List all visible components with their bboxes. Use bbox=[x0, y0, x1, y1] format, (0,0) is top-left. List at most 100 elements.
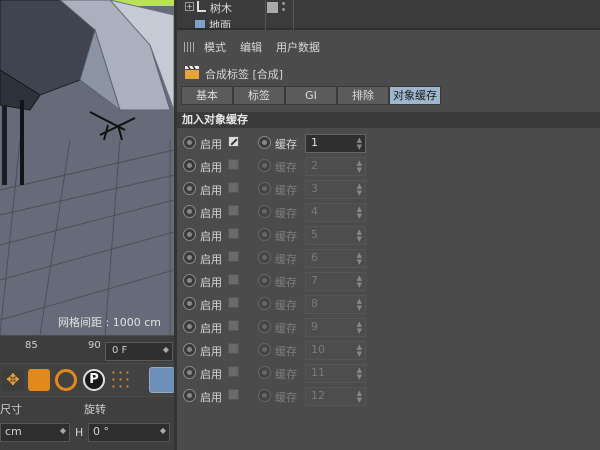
buffer-row: 启用 缓存 3 ▲ ▼ bbox=[177, 178, 600, 200]
buffer-row: 启用 缓存 4 ▲ ▼ bbox=[177, 201, 600, 223]
enable-checkbox[interactable] bbox=[228, 274, 239, 285]
spinner-icon[interactable]: ▲ ▼ bbox=[357, 160, 362, 174]
enable-keyframe-icon[interactable] bbox=[183, 320, 196, 333]
buffer-keyframe-icon[interactable] bbox=[258, 182, 271, 195]
enable-keyframe-icon[interactable] bbox=[183, 159, 196, 172]
tab-object-buffer[interactable]: 对象缓存 bbox=[389, 86, 441, 105]
buffer-number-field[interactable]: 7 ▲ ▼ bbox=[305, 272, 366, 291]
spinner-icon[interactable]: ◆ bbox=[60, 426, 66, 435]
visibility-dot-icon[interactable] bbox=[282, 2, 285, 5]
buffer-number-field[interactable]: 10 ▲ ▼ bbox=[305, 341, 366, 360]
enable-keyframe-icon[interactable] bbox=[183, 228, 196, 241]
tab-basic[interactable]: 基本 bbox=[181, 86, 233, 105]
buffer-number-field[interactable]: 9 ▲ ▼ bbox=[305, 318, 366, 337]
buffer-keyframe-icon[interactable] bbox=[258, 366, 271, 379]
spinner-icon[interactable]: ▲ ▼ bbox=[357, 252, 362, 266]
current-frame-field[interactable]: 0 F ◆ bbox=[105, 342, 173, 361]
viewport[interactable]: 网格间距 : 1000 cm bbox=[0, 0, 174, 335]
plane-icon bbox=[195, 20, 205, 28]
tab-tag[interactable]: 标签 bbox=[233, 86, 285, 105]
buffer-number-value: 4 bbox=[311, 205, 318, 218]
tab-exclusion[interactable]: 排除 bbox=[337, 86, 389, 105]
film-icon[interactable] bbox=[149, 367, 175, 393]
spinner-icon[interactable]: ◆ bbox=[163, 345, 169, 354]
spinner-icon[interactable]: ▲ ▼ bbox=[357, 390, 362, 404]
enable-checkbox[interactable] bbox=[228, 251, 239, 262]
enable-keyframe-icon[interactable] bbox=[183, 389, 196, 402]
buffer-number-field[interactable]: 8 ▲ ▼ bbox=[305, 295, 366, 314]
menu-user-data[interactable]: 用户数据 bbox=[276, 39, 320, 55]
buffer-keyframe-icon[interactable] bbox=[258, 159, 271, 172]
buffer-number-field[interactable]: 2 ▲ ▼ bbox=[305, 157, 366, 176]
point-mode-icon[interactable]: P bbox=[83, 369, 105, 391]
buffer-keyframe-icon[interactable] bbox=[258, 136, 271, 149]
heading-field[interactable]: 0 ° ◆ bbox=[88, 423, 170, 442]
enable-keyframe-icon[interactable] bbox=[183, 136, 196, 149]
enable-checkbox[interactable] bbox=[228, 343, 239, 354]
enable-keyframe-icon[interactable] bbox=[183, 182, 196, 195]
buffer-keyframe-icon[interactable] bbox=[258, 228, 271, 241]
buffer-number-value: 1 bbox=[311, 136, 318, 149]
menu-mode[interactable]: 模式 bbox=[204, 39, 226, 55]
enable-checkbox[interactable] bbox=[228, 136, 239, 147]
move-icon[interactable]: ✥ bbox=[2, 369, 24, 391]
buffer-number-field[interactable]: 12 ▲ ▼ bbox=[305, 387, 366, 406]
spinner-icon[interactable]: ▲ ▼ bbox=[357, 298, 362, 312]
buffer-number-field[interactable]: 3 ▲ ▼ bbox=[305, 180, 366, 199]
enable-checkbox[interactable] bbox=[228, 228, 239, 239]
size-field[interactable]: cm ◆ bbox=[0, 423, 70, 442]
visibility-dot-icon[interactable] bbox=[282, 8, 285, 11]
spinner-icon[interactable]: ▲ ▼ bbox=[357, 275, 362, 289]
layer-icon[interactable] bbox=[267, 2, 278, 13]
spinner-icon[interactable]: ◆ bbox=[160, 426, 166, 435]
buffer-row: 启用 缓存 10 ▲ ▼ bbox=[177, 339, 600, 361]
enable-checkbox[interactable] bbox=[228, 159, 239, 170]
spinner-icon[interactable]: ▲ ▼ bbox=[357, 367, 362, 381]
buffer-keyframe-icon[interactable] bbox=[258, 251, 271, 264]
spinner-icon[interactable]: ▲ ▼ bbox=[357, 206, 362, 220]
buffer-keyframe-icon[interactable] bbox=[258, 343, 271, 356]
buffer-keyframe-icon[interactable] bbox=[258, 389, 271, 402]
rotation-column-label: 旋转 bbox=[84, 403, 106, 416]
object-item[interactable]: 树木 bbox=[210, 0, 232, 16]
enable-keyframe-icon[interactable] bbox=[183, 297, 196, 310]
heading-value: 0 ° bbox=[93, 425, 109, 438]
tab-gi[interactable]: GI bbox=[285, 86, 337, 105]
spinner-icon[interactable]: ▲ ▼ bbox=[357, 137, 362, 151]
scale-icon[interactable] bbox=[28, 369, 50, 391]
enable-keyframe-icon[interactable] bbox=[183, 366, 196, 379]
buffer-number-field[interactable]: 1 ▲ ▼ bbox=[305, 134, 366, 153]
spinner-icon[interactable]: ▲ ▼ bbox=[357, 183, 362, 197]
enable-checkbox[interactable] bbox=[228, 182, 239, 193]
menu-edit[interactable]: 编辑 bbox=[240, 39, 262, 55]
buffer-number-field[interactable]: 5 ▲ ▼ bbox=[305, 226, 366, 245]
spinner-icon[interactable]: ▲ ▼ bbox=[357, 321, 362, 335]
buffer-keyframe-icon[interactable] bbox=[258, 297, 271, 310]
buffer-keyframe-icon[interactable] bbox=[258, 205, 271, 218]
buffer-keyframe-icon[interactable] bbox=[258, 320, 271, 333]
enable-checkbox[interactable] bbox=[228, 297, 239, 308]
buffer-number-field[interactable]: 4 ▲ ▼ bbox=[305, 203, 366, 222]
dots-icon[interactable] bbox=[110, 369, 132, 391]
buffer-number-field[interactable]: 6 ▲ ▼ bbox=[305, 249, 366, 268]
spinner-icon[interactable]: ▲ ▼ bbox=[357, 229, 362, 243]
spinner-icon[interactable]: ▲ ▼ bbox=[357, 344, 362, 358]
expand-icon[interactable]: + bbox=[185, 2, 194, 11]
enable-keyframe-icon[interactable] bbox=[183, 343, 196, 356]
enable-keyframe-icon[interactable] bbox=[183, 205, 196, 218]
attribute-menubar: 模式 编辑 用户数据 bbox=[177, 36, 600, 56]
buffer-number-value: 8 bbox=[311, 297, 318, 310]
enable-checkbox[interactable] bbox=[228, 366, 239, 377]
buffer-row: 启用 缓存 8 ▲ ▼ bbox=[177, 293, 600, 315]
grip-icon[interactable] bbox=[184, 42, 196, 52]
enable-checkbox[interactable] bbox=[228, 205, 239, 216]
rotate-icon[interactable] bbox=[55, 369, 77, 391]
enable-keyframe-icon[interactable] bbox=[183, 251, 196, 264]
buffer-number-field[interactable]: 11 ▲ ▼ bbox=[305, 364, 366, 383]
enable-label: 启用 bbox=[200, 299, 222, 312]
enable-checkbox[interactable] bbox=[228, 389, 239, 400]
enable-checkbox[interactable] bbox=[228, 320, 239, 331]
enable-keyframe-icon[interactable] bbox=[183, 274, 196, 287]
buffer-keyframe-icon[interactable] bbox=[258, 274, 271, 287]
object-item[interactable]: 地面 bbox=[209, 17, 231, 28]
